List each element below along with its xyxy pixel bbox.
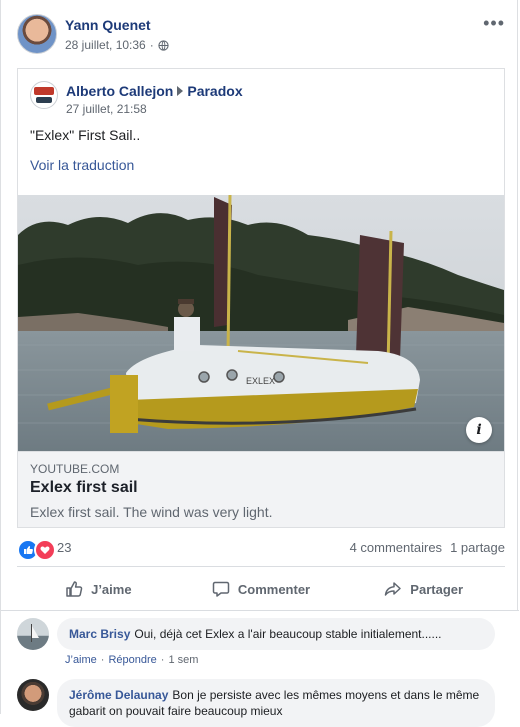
like-label: J’aime <box>91 581 132 597</box>
see-translation-link[interactable]: Voir la traduction <box>30 157 134 173</box>
link-preview[interactable]: YOUTUBE.COM Exlex first sail Exlex first… <box>18 451 504 527</box>
action-bar: J’aime Commenter Partager <box>17 572 505 606</box>
love-reaction-icon <box>34 539 56 561</box>
comments-count[interactable]: 4 commentaires <box>350 540 442 555</box>
share-label: Partager <box>410 581 464 597</box>
comment-reply-link[interactable]: Répondre <box>108 654 156 666</box>
shared-author-name[interactable]: Alberto Callejon <box>66 83 173 99</box>
divider <box>17 566 505 567</box>
shared-post: Alberto Callejon Paradox 27 juillet, 21:… <box>17 68 505 528</box>
group-name[interactable]: Paradox <box>187 83 242 99</box>
shared-post-timestamp[interactable]: 27 juillet, 21:58 <box>66 102 147 116</box>
shares-count[interactable]: 1 partage <box>450 540 505 555</box>
svg-text:EXLEX: EXLEX <box>246 376 275 386</box>
post-timestamp[interactable]: 28 juillet, 10:36 <box>65 38 146 52</box>
post-card: Yann Quenet 28 juillet, 10:36 · ••• Albe… <box>0 0 519 727</box>
comment-bubble: Marc Brisy Oui, déjà cet Exlex a l'air be… <box>57 618 495 650</box>
more-options-icon[interactable]: ••• <box>483 14 505 32</box>
reaction-count[interactable]: 23 <box>57 540 71 555</box>
comment-button[interactable]: Commenter <box>180 572 343 606</box>
comment-like-link[interactable]: J’aime <box>65 654 97 666</box>
reactions-summary: 23 4 commentaires 1 partage <box>17 538 505 561</box>
comment-text: Oui, déjà cet Exlex a l'air beaucoup sta… <box>134 627 442 641</box>
sailboat-image: EXLEX <box>18 195 504 451</box>
comment-time[interactable]: 1 sem <box>168 654 198 666</box>
comment-icon <box>212 581 230 597</box>
globe-icon <box>158 39 169 51</box>
thumbs-up-icon <box>66 581 83 597</box>
comment-item: Jérôme Delaunay Bon je persiste avec les … <box>17 679 505 727</box>
reaction-icons[interactable] <box>17 539 56 561</box>
shared-author-avatar[interactable] <box>30 81 58 109</box>
like-button[interactable]: J’aime <box>17 572 180 606</box>
commenter-name[interactable]: Jérôme Delaunay <box>69 688 168 702</box>
post-header: Yann Quenet 28 juillet, 10:36 · ••• <box>17 14 505 56</box>
shared-post-header: Alberto Callejon Paradox 27 juillet, 21:… <box>30 81 490 117</box>
comment-label: Commenter <box>237 581 311 597</box>
comment-actions: J’aime · Répondre · 1 sem <box>65 654 199 666</box>
commenter-name[interactable]: Marc Brisy <box>69 627 130 641</box>
author-name[interactable]: Yann Quenet <box>65 17 151 33</box>
share-icon <box>385 582 402 596</box>
post-meta: 28 juillet, 10:36 · <box>65 38 169 52</box>
commenter-avatar[interactable] <box>17 679 49 711</box>
shared-post-text: "Exlex" First Sail.. <box>30 127 141 143</box>
commenter-avatar[interactable] <box>17 618 49 650</box>
link-source: YOUTUBE.COM <box>30 462 120 476</box>
comment-item: Marc Brisy Oui, déjà cet Exlex a l'air be… <box>17 618 505 668</box>
share-button[interactable]: Partager <box>342 572 505 606</box>
video-thumbnail[interactable]: EXLEX i <box>18 195 504 451</box>
link-description: Exlex first sail. The wind was very ligh… <box>30 504 273 520</box>
arrow-right-icon <box>177 86 184 96</box>
info-icon[interactable]: i <box>466 417 492 443</box>
link-title[interactable]: Exlex first sail <box>30 479 138 497</box>
comment-bubble: Jérôme Delaunay Bon je persiste avec les … <box>57 679 495 727</box>
author-avatar[interactable] <box>17 14 57 54</box>
